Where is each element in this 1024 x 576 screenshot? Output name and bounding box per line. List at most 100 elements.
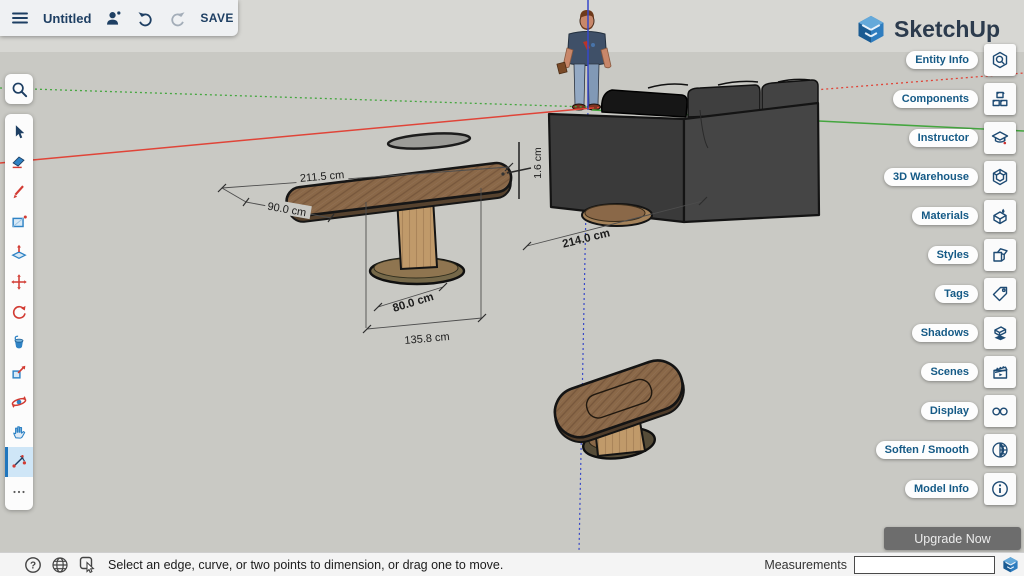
pointer-mode-icon[interactable]	[78, 555, 97, 574]
materials-icon	[990, 206, 1010, 226]
sketchup-logo-icon	[856, 14, 886, 44]
panel-row-scenes: Scenes	[921, 356, 1016, 388]
menu-icon	[10, 8, 30, 28]
model-info-icon	[990, 479, 1010, 499]
help-icon[interactable]: ?	[24, 556, 42, 574]
search-tool-card	[5, 74, 33, 104]
styles-button[interactable]	[984, 239, 1016, 271]
rectangle-tool[interactable]	[5, 207, 33, 237]
instructor-button[interactable]	[984, 122, 1016, 154]
pencil-line-tool[interactable]	[5, 177, 33, 207]
tags-button[interactable]	[984, 278, 1016, 310]
more-tools[interactable]	[5, 477, 33, 507]
panel-row-3d-warehouse: 3D Warehouse	[884, 161, 1016, 193]
rotate-icon	[10, 303, 28, 321]
redo-button[interactable]	[168, 9, 187, 28]
search-zoom-tool[interactable]	[5, 74, 33, 104]
panel-row-styles: Styles	[928, 239, 1016, 271]
panel-label-materials: Materials	[912, 207, 978, 225]
add-person-button[interactable]	[104, 9, 123, 28]
panel-label-soften-smooth: Soften / Smooth	[876, 441, 978, 459]
model-info-button[interactable]	[984, 473, 1016, 505]
right-panel: Entity Info Components Instructor	[876, 44, 1016, 505]
viewport-canvas[interactable]: 211.5 cm 90.0 cm 80.0 cm 135.8 cm 214.0 …	[0, 0, 1024, 552]
push-pull-icon	[10, 243, 28, 261]
dimension-tool[interactable]	[5, 447, 33, 477]
entity-info-icon	[990, 50, 1010, 70]
orbit-icon	[10, 393, 28, 411]
panel-row-materials: Materials	[912, 200, 1016, 232]
orbit-tool[interactable]	[5, 387, 33, 417]
push-pull-tool[interactable]	[5, 237, 33, 267]
warehouse-button[interactable]	[984, 161, 1016, 193]
panel-label-entity-info: Entity Info	[906, 51, 978, 69]
add-person-icon	[104, 9, 123, 28]
move-icon	[10, 273, 28, 291]
scale-icon	[10, 363, 28, 381]
select-icon	[10, 123, 28, 141]
eraser-icon	[10, 153, 28, 171]
menu-button[interactable]	[10, 8, 30, 28]
tool-rail	[5, 114, 33, 510]
rectangle-icon	[10, 213, 28, 231]
save-button[interactable]: SAVE	[200, 11, 233, 25]
document-toolbar: Untitled SAVE	[0, 0, 238, 36]
panel-label-display: Display	[921, 402, 978, 420]
pencil-icon	[10, 183, 28, 201]
measurements-input[interactable]	[854, 556, 995, 574]
materials-button[interactable]	[984, 200, 1016, 232]
document-title[interactable]: Untitled	[43, 11, 91, 26]
panel-label-3d-warehouse: 3D Warehouse	[884, 168, 978, 186]
panel-row-components: Components	[893, 83, 1016, 115]
pan-icon	[10, 423, 28, 441]
status-hint: Select an edge, curve, or two points to …	[108, 558, 503, 572]
redo-icon	[168, 9, 187, 28]
panel-row-display: Display	[921, 395, 1016, 427]
shadows-icon	[990, 323, 1010, 343]
status-bar: ? Select an edge, curve, or two points t…	[0, 552, 1024, 576]
undo-button[interactable]	[136, 9, 155, 28]
search-icon	[10, 80, 29, 99]
panel-label-model-info: Model Info	[905, 480, 978, 498]
panel-label-instructor: Instructor	[909, 129, 978, 147]
background	[0, 0, 1024, 552]
paint-bucket-icon	[10, 333, 28, 351]
measurements-label: Measurements	[764, 558, 847, 572]
pan-tool[interactable]	[5, 417, 33, 447]
scenes-button[interactable]	[984, 356, 1016, 388]
panel-label-shadows: Shadows	[912, 324, 978, 342]
brand-logo: SketchUp	[856, 14, 1000, 44]
instructor-icon	[990, 128, 1010, 148]
display-icon	[990, 401, 1010, 421]
more-tools-icon	[10, 483, 28, 501]
panel-row-entity-info: Entity Info	[906, 44, 1016, 76]
rotate-tool[interactable]	[5, 297, 33, 327]
tags-icon	[990, 284, 1010, 304]
panel-row-model-info: Model Info	[905, 473, 1016, 505]
scale-tool[interactable]	[5, 357, 33, 387]
panel-row-tags: Tags	[935, 278, 1016, 310]
styles-icon	[990, 245, 1010, 265]
move-tool[interactable]	[5, 267, 33, 297]
soften-smooth-icon	[990, 440, 1010, 460]
panel-row-soften-smooth: Soften / Smooth	[876, 434, 1016, 466]
panel-label-scenes: Scenes	[921, 363, 978, 381]
select-tool[interactable]	[5, 117, 33, 147]
dimension-icon	[10, 453, 28, 471]
paint-bucket-tool[interactable]	[5, 327, 33, 357]
language-globe-icon[interactable]	[51, 556, 69, 574]
panel-label-components: Components	[893, 90, 978, 108]
display-button[interactable]	[984, 395, 1016, 427]
undo-icon	[136, 9, 155, 28]
sketchup-window: 211.5 cm 90.0 cm 80.0 cm 135.8 cm 214.0 …	[0, 0, 1024, 576]
shadows-button[interactable]	[984, 317, 1016, 349]
brand-name: SketchUp	[894, 16, 1000, 43]
components-button[interactable]	[984, 83, 1016, 115]
eraser-tool[interactable]	[5, 147, 33, 177]
entity-info-button[interactable]	[984, 44, 1016, 76]
soften-smooth-button[interactable]	[984, 434, 1016, 466]
panel-row-instructor: Instructor	[909, 122, 1016, 154]
scenes-icon	[990, 362, 1010, 382]
upgrade-button[interactable]: Upgrade Now	[884, 527, 1021, 550]
sketchup-mini-logo-icon	[1002, 556, 1019, 573]
